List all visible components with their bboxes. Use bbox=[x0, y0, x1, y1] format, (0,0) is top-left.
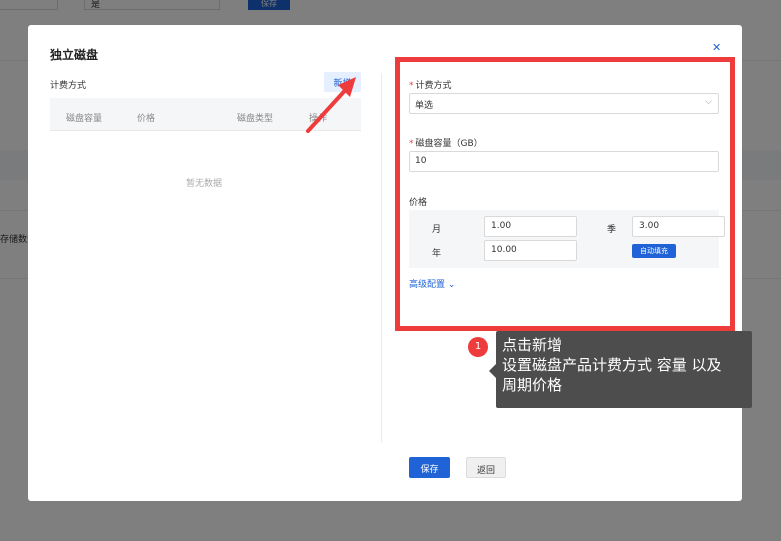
tooltip-arrow bbox=[489, 364, 496, 378]
column-header-price: 价格 bbox=[137, 114, 156, 124]
step-badge: 1 bbox=[468, 337, 488, 357]
highlight-frame bbox=[395, 57, 735, 331]
panel-divider bbox=[381, 73, 382, 443]
column-header-disk-type: 磁盘类型 bbox=[237, 114, 274, 124]
back-button[interactable]: 返回 bbox=[466, 457, 506, 478]
tooltip-line-2: 设置磁盘产品计费方式 容量 以及 bbox=[502, 356, 722, 374]
save-button[interactable]: 保存 bbox=[409, 457, 450, 478]
modal-title: 独立磁盘 bbox=[50, 48, 99, 62]
close-icon[interactable]: ✕ bbox=[712, 41, 721, 54]
tooltip-text: 点击新增 设置磁盘产品计费方式 容量 以及 周期价格 bbox=[502, 335, 722, 395]
disk-modal: 独立磁盘 ✕ 计费方式 新增 磁盘容量 价格 磁盘类型 操作 暂无数据 *计费方… bbox=[28, 25, 742, 501]
tooltip-line-1: 点击新增 bbox=[502, 336, 563, 354]
tooltip-line-3: 周期价格 bbox=[502, 376, 563, 394]
pointer-arrow-icon bbox=[306, 77, 356, 133]
billing-list-label: 计费方式 bbox=[50, 81, 87, 91]
column-header-capacity: 磁盘容量 bbox=[66, 114, 103, 124]
empty-state-text: 暂无数据 bbox=[186, 179, 223, 189]
guide-tooltip: 点击新增 设置磁盘产品计费方式 容量 以及 周期价格 bbox=[496, 331, 752, 408]
